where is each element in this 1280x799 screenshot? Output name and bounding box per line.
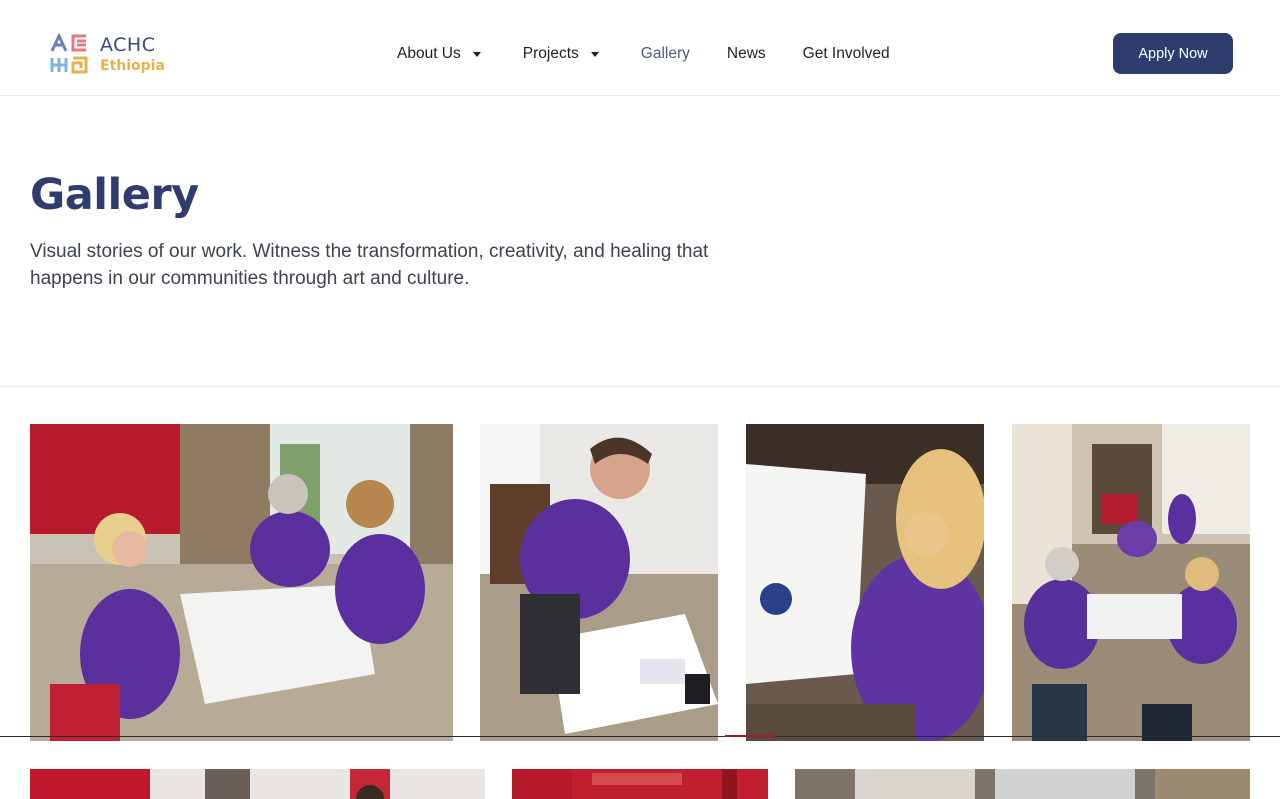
gallery-photo-3[interactable]: [746, 424, 984, 741]
nav-label: News: [726, 45, 766, 62]
brand-title: ACHC: [100, 33, 156, 56]
nav-item-news[interactable]: News: [727, 45, 766, 63]
site-header: ACHC Ethiopia About Us Projects Gallery …: [0, 0, 1280, 96]
gallery-photo-6[interactable]: [512, 769, 768, 799]
nav-item-about-us[interactable]: About Us: [397, 45, 481, 63]
gallery-photo-4[interactable]: [1012, 424, 1250, 741]
caret-down-icon: [590, 51, 599, 57]
nav-item-gallery[interactable]: Gallery: [641, 45, 690, 63]
nav-item-projects[interactable]: Projects: [523, 45, 599, 63]
page-title: Gallery: [30, 170, 199, 220]
logo-mark-icon: [50, 33, 88, 75]
page-intro: Visual stories of our work. Witness the …: [30, 241, 709, 289]
gallery-rule: [0, 736, 1280, 737]
caret-down-icon: [472, 51, 481, 57]
gallery-photo-2[interactable]: [480, 424, 718, 741]
gallery-rule-accent: [725, 735, 775, 737]
apply-now-button[interactable]: Apply Now: [1113, 33, 1233, 74]
nav-label: Projects: [522, 45, 579, 62]
main-nav: About Us Projects Gallery News Get Invol…: [397, 44, 890, 64]
nav-label: Get Involved: [802, 45, 890, 62]
brand-subtitle: Ethiopia: [100, 57, 165, 74]
nav-item-get-involved[interactable]: Get Involved: [803, 45, 890, 63]
nav-label: Gallery: [640, 45, 690, 62]
gallery-photo-5[interactable]: [30, 769, 485, 799]
site-logo[interactable]: ACHC Ethiopia: [50, 33, 165, 75]
gallery-photo-7[interactable]: [795, 769, 1250, 799]
gallery-photo-1[interactable]: [30, 424, 453, 741]
section-divider: [0, 386, 1280, 387]
nav-label: About Us: [397, 45, 461, 62]
